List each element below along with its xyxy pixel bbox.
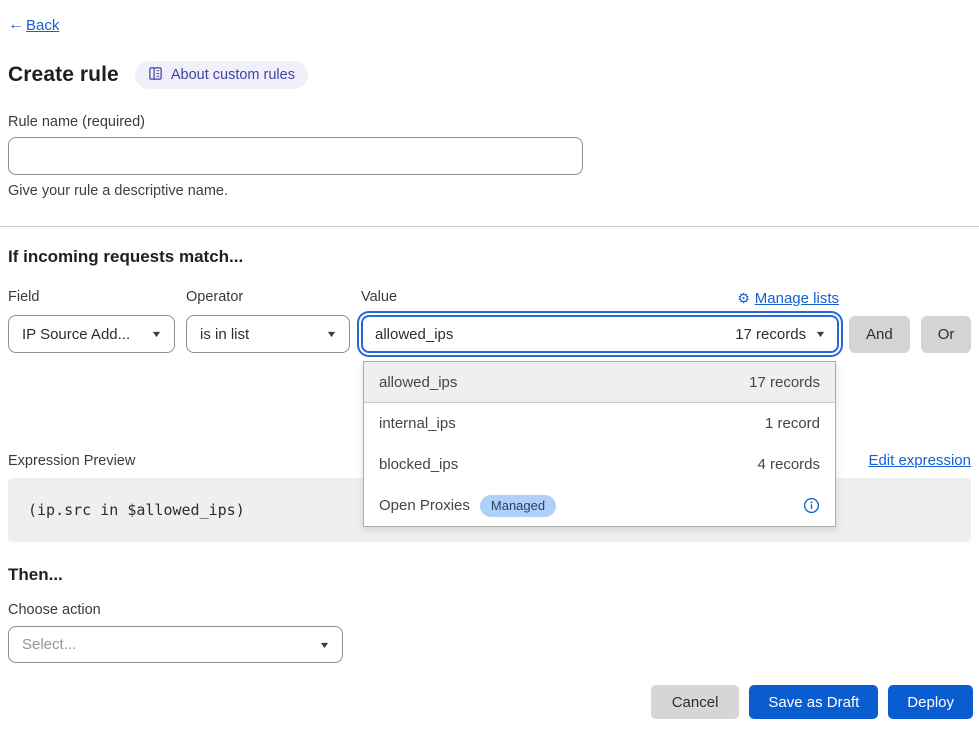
operator-select-value: is in list (200, 326, 249, 343)
value-column: Value ⚙ Manage lists allowed_ips 17 recor… (361, 289, 839, 353)
back-link[interactable]: ←Back (8, 16, 59, 34)
managed-badge: Managed (480, 495, 556, 517)
value-label: Value (361, 289, 397, 308)
value-label-row: Value ⚙ Manage lists (361, 289, 839, 308)
lists-dropdown-menu: allowed_ips 17 records internal_ips 1 re… (363, 361, 836, 527)
list-option-name: Open Proxies (379, 497, 470, 514)
section-divider (0, 226, 979, 227)
info-icon[interactable] (803, 497, 820, 514)
expression-preview-label: Expression Preview (8, 453, 135, 469)
rule-name-input[interactable] (8, 137, 583, 175)
and-button[interactable]: And (849, 316, 910, 353)
list-option-open-proxies[interactable]: Open Proxies Managed (364, 485, 835, 526)
list-option-name: blocked_ips (379, 456, 458, 473)
action-select[interactable]: Select... ▼ (8, 626, 343, 663)
expression-code: (ip.src in $allowed_ips) (28, 501, 245, 519)
list-option-blocked-ips[interactable]: blocked_ips 4 records (364, 444, 835, 485)
list-option-name: internal_ips (379, 415, 456, 432)
rule-name-label: Rule name (required) (8, 114, 971, 130)
title-row: Create rule About custom rules (8, 61, 971, 89)
chevron-down-icon: ▼ (326, 329, 338, 339)
choose-action-label: Choose action (8, 602, 971, 618)
page-title: Create rule (8, 63, 119, 87)
action-select-placeholder: Select... (22, 636, 76, 653)
save-as-draft-button[interactable]: Save as Draft (749, 685, 878, 719)
about-custom-rules-link[interactable]: About custom rules (135, 61, 308, 89)
field-label: Field (8, 289, 175, 308)
match-controls-row: Field IP Source Add... ▼ Operator is in … (8, 289, 979, 353)
value-select-value: allowed_ips (375, 326, 453, 343)
manage-lists-link[interactable]: ⚙ Manage lists (737, 290, 839, 307)
field-select[interactable]: IP Source Add... ▼ (8, 315, 175, 353)
list-option-records: 17 records (749, 374, 820, 391)
book-icon (148, 66, 163, 85)
list-option-records: 1 record (765, 415, 820, 432)
or-button[interactable]: Or (921, 316, 972, 353)
back-arrow-icon: ← (8, 16, 24, 34)
cancel-button[interactable]: Cancel (651, 685, 740, 719)
list-option-internal-ips[interactable]: internal_ips 1 record (364, 403, 835, 444)
list-option-records: 4 records (757, 456, 820, 473)
match-section-heading: If incoming requests match... (8, 247, 971, 267)
field-column: Field IP Source Add... ▼ (8, 289, 175, 353)
back-label: Back (26, 17, 59, 34)
chevron-down-icon: ▼ (151, 329, 163, 339)
chevron-down-icon: ▼ (815, 329, 827, 339)
operator-select[interactable]: is in list ▼ (186, 315, 350, 353)
then-section-heading: Then... (8, 565, 971, 585)
edit-expression-link[interactable]: Edit expression (868, 452, 971, 469)
list-option-name: allowed_ips (379, 374, 457, 391)
value-select[interactable]: allowed_ips 17 records ▼ allowed_ips 17 … (361, 315, 839, 353)
rule-name-helper-text: Give your rule a descriptive name. (8, 183, 971, 199)
list-option-allowed-ips[interactable]: allowed_ips 17 records (364, 362, 835, 403)
chevron-down-icon: ▼ (319, 640, 331, 650)
deploy-button[interactable]: Deploy (888, 685, 973, 719)
manage-lists-label: Manage lists (755, 290, 839, 307)
operator-column: Operator is in list ▼ (186, 289, 350, 353)
footer-actions: Cancel Save as Draft Deploy (651, 685, 973, 719)
gear-icon: ⚙ (737, 290, 750, 307)
field-select-value: IP Source Add... (22, 326, 130, 343)
value-select-records: 17 records (735, 326, 806, 343)
operator-label: Operator (186, 289, 350, 308)
create-rule-page: ←Back Create rule About custom rules Rul… (0, 0, 979, 739)
about-custom-rules-label: About custom rules (171, 67, 295, 83)
